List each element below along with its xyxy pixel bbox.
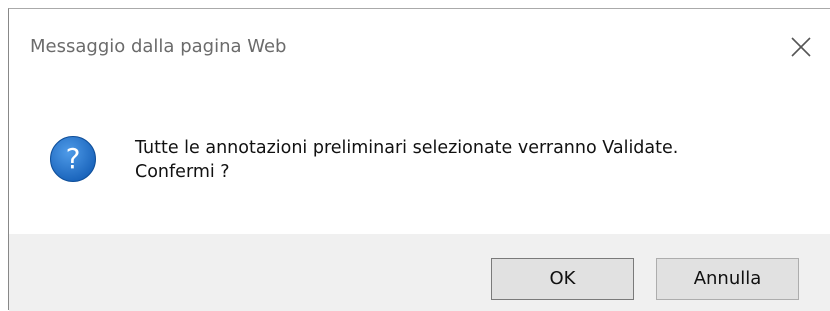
dialog-body: ? Tutte le annotazioni preliminari selez… [9,85,830,234]
question-icon: ? [50,136,96,182]
dialog-footer: OK Annulla [9,234,830,311]
dialog-title: Messaggio dalla pagina Web [30,36,287,57]
close-icon [791,37,811,57]
message-dialog: Messaggio dalla pagina Web ? Tutte le an… [8,8,830,311]
svg-text:?: ? [66,142,81,175]
close-button[interactable] [779,25,823,69]
message-line-2: Confermi ? [135,162,230,182]
dialog-titlebar: Messaggio dalla pagina Web [9,9,830,85]
cancel-button[interactable]: Annulla [656,258,799,300]
message-line-1: Tutte le annotazioni preliminari selezio… [135,138,679,158]
dialog-message: Tutte le annotazioni preliminari selezio… [135,136,678,184]
ok-button[interactable]: OK [491,258,634,300]
